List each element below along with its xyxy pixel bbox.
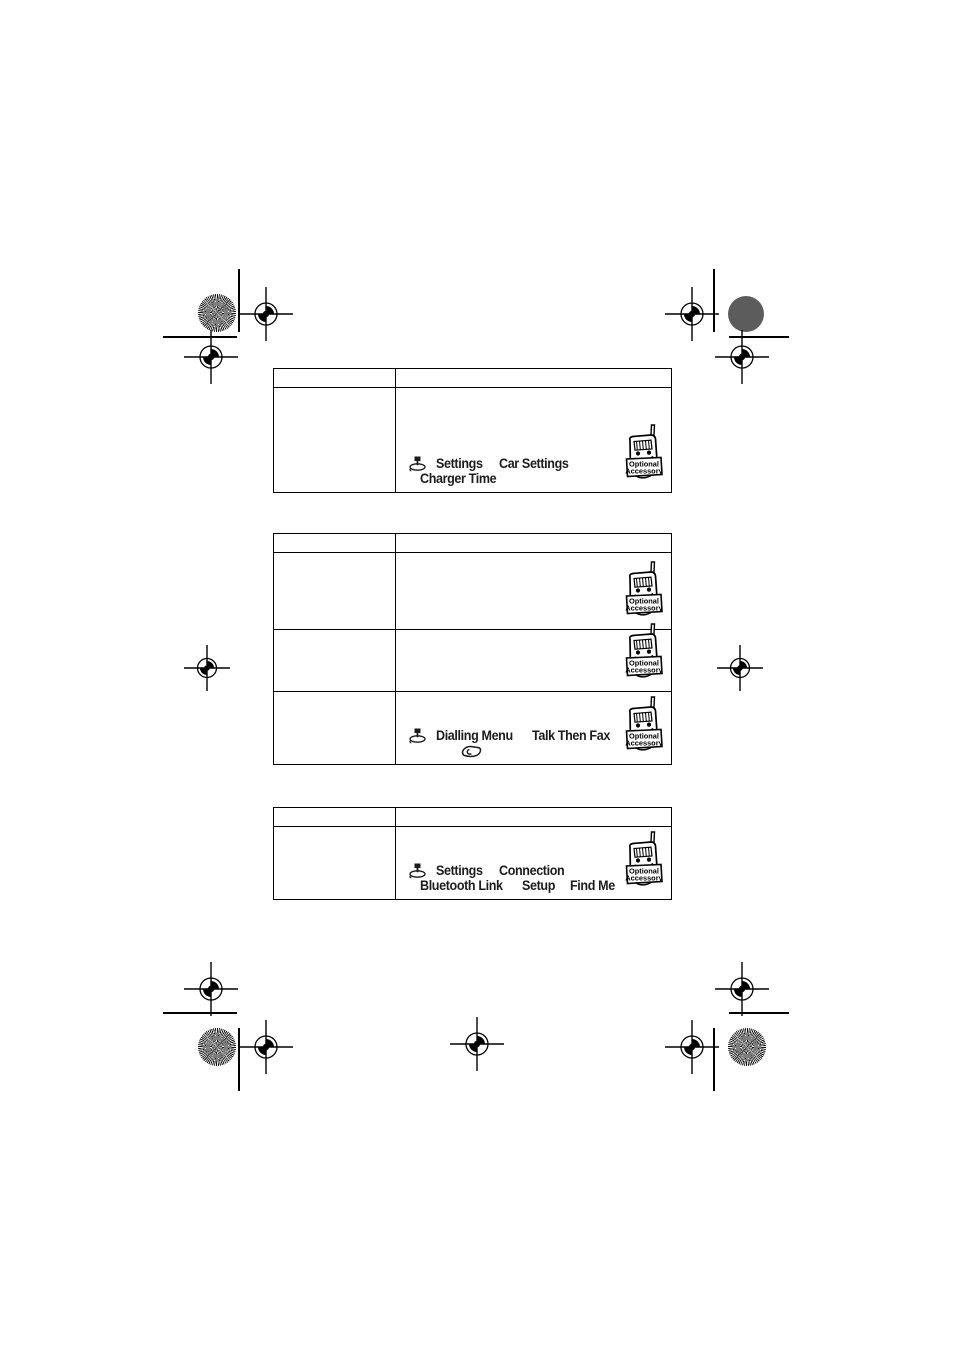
table-row-header	[273, 533, 672, 553]
table-row: Settings Connection Bluetooth Link Setup…	[273, 826, 672, 900]
menu-path-token: Talk Then Fax	[531, 727, 610, 743]
feature-name-cell	[273, 826, 396, 900]
menu-path-token: Bluetooth Link	[420, 877, 503, 893]
crop-line-vertical-bottom-right	[713, 1028, 715, 1091]
registration-target-top-left-inner	[237, 285, 295, 343]
halftone-star-patch-bottom-right	[728, 1028, 766, 1066]
optional-accessory-phone-icon: Optional Accessory	[621, 422, 665, 488]
menu-path-token: Car Settings	[499, 455, 569, 471]
registration-target-top-left-outer	[182, 328, 240, 386]
feature-name-cell	[273, 387, 396, 493]
manual-page: Settings Car Settings Charger Time Optio…	[0, 0, 954, 1351]
table-row: Settings Car Settings Charger Time Optio…	[273, 387, 672, 493]
header-cell-right	[395, 533, 672, 553]
solid-density-patch-top-right	[728, 296, 764, 332]
registration-target-bottom-left-outer	[182, 960, 240, 1018]
registration-target-bottom-right-outer	[713, 960, 771, 1018]
joystick-nav-key-icon	[408, 728, 427, 744]
header-cell-right	[395, 807, 672, 827]
halftone-star-patch-top-left	[198, 294, 236, 332]
feature-detail-cell: Settings Connection Bluetooth Link Setup…	[395, 826, 672, 900]
optional-accessory-label-line2: Accessory	[625, 467, 663, 476]
menu-path-line-1: Dialling Menu Talk Then Fax	[408, 728, 611, 744]
optional-accessory-label-line2: Accessory	[625, 874, 663, 883]
table-row: Optional Accessory	[273, 552, 672, 630]
optional-accessory-label-line2: Accessory	[625, 604, 663, 613]
menu-path-line-1: Settings Car Settings	[408, 456, 611, 472]
registration-target-bottom-center	[448, 1015, 506, 1073]
optional-accessory-phone-icon: Optional Accessory	[621, 559, 665, 625]
optional-accessory-label-line2: Accessory	[625, 739, 663, 748]
table-charger-time: Settings Car Settings Charger Time Optio…	[273, 368, 672, 493]
menu-path-token: Connection	[499, 862, 565, 878]
table-dialling-menu: Optional Accessory Optional Accessory Di…	[273, 533, 672, 765]
table-row: Dialling Menu Talk Then Fax Optional Acc…	[273, 691, 672, 765]
feature-name-cell	[273, 691, 396, 765]
crop-line-horizontal-bottom-left	[163, 1012, 237, 1014]
optional-accessory-phone-icon: Optional Accessory	[621, 694, 665, 760]
feature-detail-cell: Dialling Menu Talk Then Fax Optional Acc…	[395, 691, 672, 765]
joystick-nav-key-icon	[408, 456, 427, 472]
menu-path-token: Settings	[436, 862, 483, 878]
feature-detail-cell: Optional Accessory	[395, 552, 672, 630]
registration-target-mid-right	[715, 643, 765, 693]
optional-accessory-label-line2: Accessory	[625, 666, 663, 675]
menu-path-token: Charger Time	[420, 470, 497, 486]
menu-path-token: Dialling Menu	[436, 727, 513, 743]
optional-accessory-phone-icon: Optional Accessory	[621, 829, 665, 895]
feature-name-cell	[273, 629, 396, 692]
menu-path-token: Setup	[521, 877, 555, 893]
feature-detail-cell: Optional Accessory	[395, 623, 672, 692]
table-row-header	[273, 807, 672, 827]
registration-target-bottom-left-inner	[237, 1018, 295, 1076]
table-bluetooth-find-me: Settings Connection Bluetooth Link Setup…	[273, 807, 672, 900]
menu-path-line-2: Charger Time	[408, 470, 611, 486]
registration-target-mid-left	[182, 643, 232, 693]
menu-path-line-2	[408, 745, 611, 758]
menu-path-token: Find Me	[570, 877, 616, 893]
menu-path-token: Settings	[436, 455, 483, 471]
feature-name-cell	[273, 552, 396, 630]
header-cell-left	[273, 807, 396, 827]
header-cell-left	[273, 533, 396, 553]
header-cell-right	[395, 368, 672, 388]
table-row: Optional Accessory	[273, 623, 672, 692]
table-row-header	[273, 368, 672, 388]
send-key-icon	[460, 745, 482, 758]
joystick-nav-key-icon	[408, 863, 427, 879]
menu-path-line-2: Bluetooth Link Setup Find Me	[408, 877, 616, 893]
optional-accessory-phone-icon: Optional Accessory	[621, 621, 665, 687]
halftone-star-patch-bottom-left	[198, 1028, 236, 1066]
header-cell-left	[273, 368, 396, 388]
feature-detail-cell: Settings Car Settings Charger Time Optio…	[395, 387, 672, 493]
menu-path-line-1: Settings Connection	[408, 863, 611, 879]
registration-target-top-right-outer	[713, 328, 771, 386]
